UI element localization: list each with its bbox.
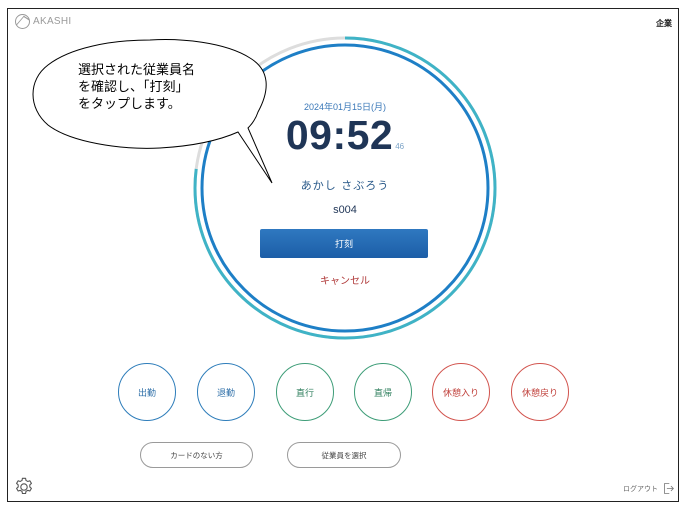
callout-text: 選択された従業員名 を確認し、「打刻」 をタップします。	[78, 62, 278, 113]
callout-line-3: をタップします。	[78, 97, 181, 112]
callout-line-2: を確認し、「打刻」	[78, 80, 189, 95]
callout-line-1: 選択された従業員名	[78, 63, 196, 78]
